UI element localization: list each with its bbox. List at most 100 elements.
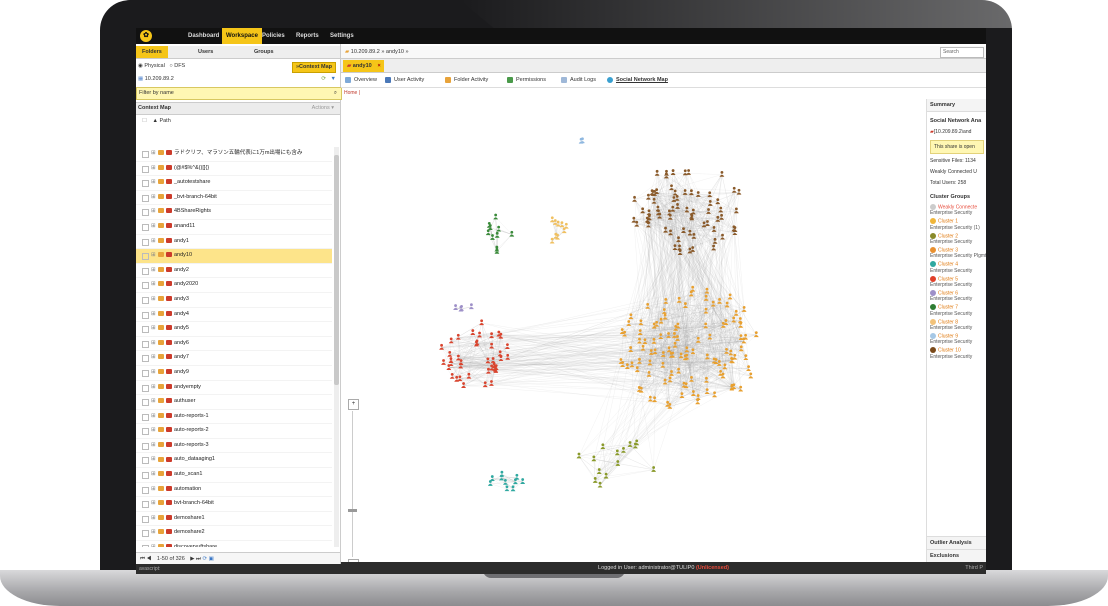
list-item[interactable]: ⊞ (@#$%^&()[]{} — [136, 162, 332, 177]
row-checkbox[interactable] — [142, 296, 149, 304]
row-checkbox[interactable] — [142, 501, 149, 509]
user-node-icon[interactable] — [686, 169, 692, 175]
subtab-permissions[interactable]: Permissions — [507, 73, 546, 87]
user-node-icon[interactable] — [496, 225, 502, 232]
list-item[interactable]: ⊞ automation — [136, 483, 332, 498]
refresh-icon[interactable]: ⟳ — [321, 74, 326, 85]
expand-icon[interactable]: ⊞ — [151, 235, 156, 249]
nav-workspace[interactable]: Workspace — [222, 28, 262, 44]
nav-settings[interactable]: Settings — [326, 28, 358, 44]
row-checkbox[interactable] — [142, 399, 149, 407]
row-checkbox[interactable] — [142, 282, 149, 290]
subtab-folder-activity[interactable]: Folder Activity — [445, 73, 488, 87]
user-node-icon[interactable] — [736, 188, 742, 195]
user-node-icon[interactable] — [514, 473, 520, 480]
cluster-item[interactable]: Cluster 1 Enterprise Security (1) — [927, 217, 986, 231]
scrollbar-thumb[interactable] — [334, 155, 339, 385]
list-item[interactable]: ⊞ anand11 — [136, 220, 332, 235]
list-item[interactable]: ⊞ andy3 — [136, 293, 332, 308]
cluster-item[interactable]: Cluster 4 Enterprise Security — [927, 260, 986, 274]
expand-icon[interactable]: ⊞ — [151, 191, 156, 205]
row-checkbox[interactable] — [142, 326, 149, 334]
search-input[interactable]: Search — [940, 47, 984, 58]
row-checkbox[interactable] — [142, 428, 149, 436]
network-graph[interactable] — [341, 99, 926, 562]
list-item[interactable]: ⊞ _autotestshare — [136, 176, 332, 191]
user-node-icon[interactable] — [670, 169, 676, 175]
row-checkbox[interactable] — [142, 355, 149, 363]
list-item[interactable]: ⊞ auto-reports-3 — [136, 439, 332, 454]
radio-dfs-icon[interactable]: ○ — [169, 63, 172, 69]
user-node-icon[interactable] — [549, 216, 555, 223]
cluster-item[interactable]: Cluster 3Enterprise Security Plgmt Group… — [927, 246, 986, 260]
subtab-overview[interactable]: Overview — [345, 73, 377, 87]
save-icon[interactable]: ▣ — [209, 556, 214, 562]
filter-icon[interactable]: ▼ — [331, 74, 336, 85]
cluster-item[interactable]: Cluster 6 Enterprise Security — [927, 289, 986, 303]
expand-icon[interactable]: ⊞ — [151, 162, 156, 176]
radio-physical-icon[interactable]: ◉ — [138, 63, 143, 69]
row-checkbox[interactable] — [142, 413, 149, 421]
app-logo-icon[interactable]: ✿ — [140, 30, 152, 42]
row-checkbox[interactable] — [142, 267, 149, 275]
zoom-handle[interactable] — [348, 509, 357, 512]
expand-icon[interactable]: ⊞ — [151, 512, 156, 526]
row-checkbox[interactable] — [142, 515, 149, 523]
row-checkbox[interactable] — [142, 209, 149, 217]
last-page-icon[interactable]: ⏭ — [196, 556, 201, 562]
first-page-icon[interactable]: ⏮ — [140, 556, 145, 562]
nav-reports[interactable]: Reports — [292, 28, 323, 44]
close-tab-icon[interactable]: × — [378, 60, 381, 72]
row-checkbox[interactable] — [142, 311, 149, 319]
row-checkbox[interactable] — [142, 253, 149, 261]
list-item[interactable]: ⊞ demoshare1 — [136, 512, 332, 527]
cluster-item[interactable]: Cluster 9 Enterprise Security — [927, 332, 986, 346]
reload-icon[interactable]: ⟳ — [203, 556, 208, 562]
exclusions[interactable]: Exclusions — [927, 549, 986, 562]
home-link[interactable]: Home | — [341, 88, 986, 98]
user-node-icon[interactable] — [510, 485, 516, 492]
expand-icon[interactable]: ⊞ — [151, 483, 156, 497]
expand-icon[interactable]: ⊞ — [151, 410, 156, 424]
row-checkbox[interactable] — [142, 442, 149, 450]
expand-icon[interactable]: ⊞ — [151, 249, 156, 263]
expand-icon[interactable]: ⊞ — [151, 147, 156, 161]
search-icon[interactable]: ⌕ — [334, 88, 337, 99]
user-node-icon[interactable] — [731, 186, 737, 193]
list-item[interactable]: ⊞ authuser — [136, 395, 332, 410]
expand-icon[interactable]: ⊞ — [151, 381, 156, 395]
expand-icon[interactable]: ⊞ — [151, 497, 156, 511]
list-item[interactable]: ⊞ demoshare2 — [136, 526, 332, 542]
row-checkbox[interactable] — [142, 472, 149, 480]
expand-icon[interactable]: ⊞ — [151, 337, 156, 351]
expand-icon[interactable]: ⊞ — [151, 264, 156, 278]
row-checkbox[interactable] — [142, 457, 149, 465]
list-item[interactable]: ⊞ andy5 — [136, 322, 332, 337]
expand-icon[interactable]: ⊞ — [151, 322, 156, 336]
user-node-icon[interactable] — [654, 169, 660, 176]
expand-icon[interactable]: ⊞ — [151, 366, 156, 380]
nav-policies[interactable]: Policies — [258, 28, 289, 44]
expand-icon[interactable]: ⊞ — [151, 526, 156, 540]
user-node-icon[interactable] — [493, 213, 499, 220]
list-item[interactable]: ⊞ andy9 — [136, 366, 332, 381]
cluster-item[interactable]: Cluster 7 Enterprise Security — [927, 303, 986, 317]
user-node-icon[interactable] — [469, 303, 474, 310]
expand-icon[interactable]: ⊞ — [151, 351, 156, 365]
tab-users[interactable]: Users — [198, 46, 213, 58]
nav-dashboard[interactable]: Dashboard — [184, 28, 223, 44]
list-item[interactable]: ⊞ andy7 — [136, 351, 332, 366]
tab-folders[interactable]: Folders — [136, 46, 168, 58]
list-item[interactable]: ⊞ andy1 — [136, 235, 332, 250]
cluster-item[interactable]: Cluster 8 Enterprise Security — [927, 318, 986, 332]
list-item[interactable]: ⊞ 4BShareRights — [136, 205, 332, 220]
expand-icon[interactable]: ⊞ — [151, 541, 156, 547]
user-node-icon[interactable] — [719, 170, 725, 177]
user-node-icon[interactable] — [489, 475, 495, 481]
row-checkbox[interactable] — [142, 165, 149, 173]
row-checkbox[interactable] — [142, 238, 149, 246]
context-map-button[interactable]: »Context Map — [291, 62, 336, 73]
outlier-analysis[interactable]: Outlier Analysis — [927, 536, 986, 550]
user-node-icon[interactable] — [682, 169, 688, 176]
list-item[interactable]: ⊞ auto_dataaging1 — [136, 453, 332, 469]
